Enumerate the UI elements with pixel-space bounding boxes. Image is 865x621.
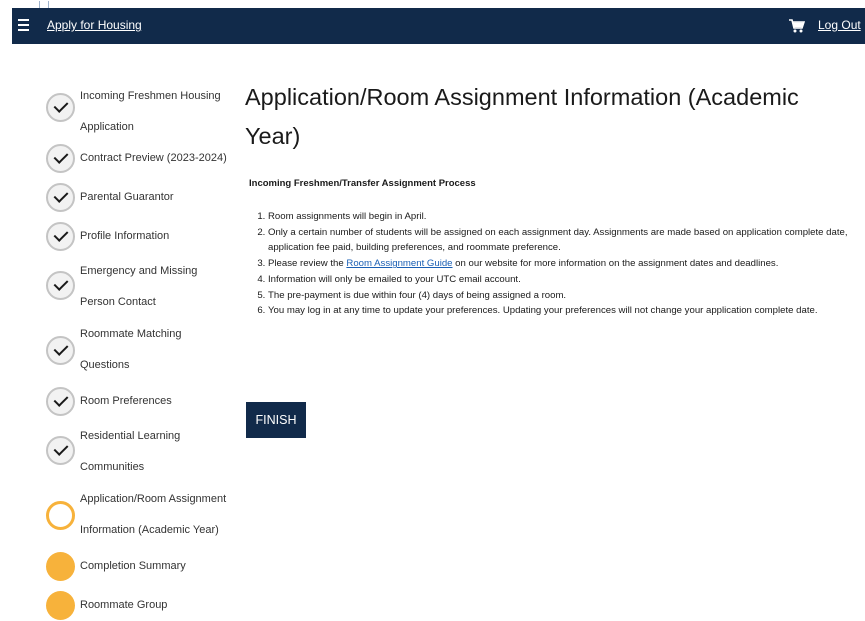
checkmark-icon <box>46 93 75 122</box>
step-label: Incoming Freshmen Housing Application <box>80 90 221 133</box>
list-item: Please review the Room Assignment Guide … <box>268 256 853 272</box>
step-label: Room Preferences <box>80 395 172 407</box>
step-label: Completion Summary <box>80 560 186 572</box>
step-label: Contract Preview (2023-2024) <box>80 152 227 164</box>
section-subheading: Incoming Freshmen/Transfer Assignment Pr… <box>249 178 476 189</box>
list-item: Only a certain number of students will b… <box>268 225 853 256</box>
step-label: Parental Guarantor <box>80 191 174 203</box>
checkmark-icon <box>46 387 75 416</box>
upcoming-step-indicator <box>46 552 75 581</box>
log-out-link[interactable]: Log Out <box>818 18 861 32</box>
finish-button[interactable]: FINISH <box>246 402 306 438</box>
step-label: Roommate Matching Questions <box>80 328 182 371</box>
step-label: Roommate Group <box>80 599 168 611</box>
apply-for-housing-link[interactable]: Apply for Housing <box>47 18 142 32</box>
step-label: Profile Information <box>80 230 170 242</box>
step-label: Application/Room Assignment Information … <box>80 493 227 536</box>
assignment-process-list: Room assignments will begin in April. On… <box>249 209 853 319</box>
top-navigation-bar: Apply for Housing Log Out <box>12 1 865 44</box>
checkmark-icon <box>46 336 75 365</box>
step-label: Emergency and Missing Person Contact <box>80 265 198 308</box>
room-assignment-guide-link[interactable]: Room Assignment Guide <box>346 258 452 269</box>
list-item: Room assignments will begin in April. <box>268 209 853 225</box>
list-item: Information will only be emailed to your… <box>268 272 853 288</box>
checkmark-icon <box>46 183 75 212</box>
checkmark-icon <box>46 271 75 300</box>
current-step-indicator <box>46 501 75 530</box>
list-item: The pre-payment is due within four (4) d… <box>268 288 853 304</box>
upcoming-step-indicator <box>46 591 75 620</box>
header-decoration <box>39 1 49 8</box>
list-item: You may log in at any time to update you… <box>268 303 853 319</box>
checkmark-icon <box>46 436 75 465</box>
page-title: Application/Room Assignment Information … <box>245 84 799 149</box>
shopping-cart-icon[interactable] <box>789 19 805 33</box>
hamburger-menu-icon[interactable] <box>18 19 29 31</box>
step-label: Residential Learning Communities <box>80 430 181 473</box>
checkmark-icon <box>46 222 75 251</box>
checkmark-icon <box>46 144 75 173</box>
